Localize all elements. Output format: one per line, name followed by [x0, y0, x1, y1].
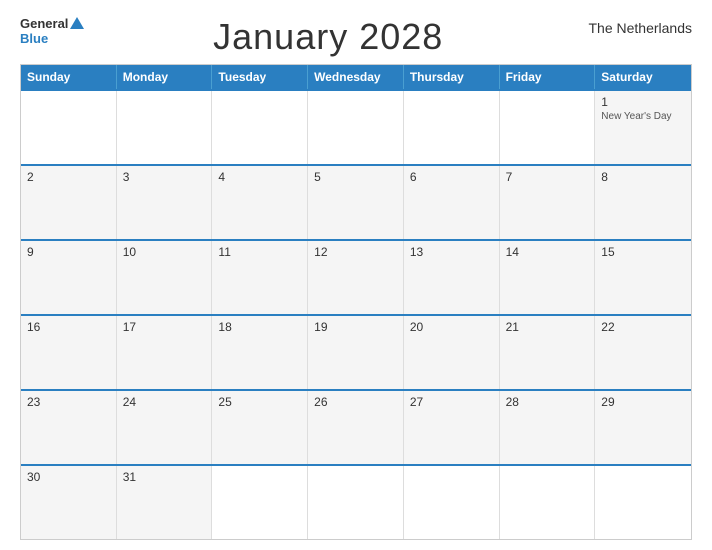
cell-w5-d3	[308, 466, 404, 539]
cell-w4-d0: 23	[21, 391, 117, 464]
cell-day-number: 21	[506, 320, 589, 334]
week-row-1: 2345678	[21, 164, 691, 239]
day-header-thursday: Thursday	[404, 65, 500, 89]
cell-day-number: 1	[601, 95, 685, 109]
cell-w0-d2	[212, 91, 308, 164]
day-header-sunday: Sunday	[21, 65, 117, 89]
cell-day-number: 31	[123, 470, 206, 484]
weeks-container: 1New Year's Day2345678910111213141516171…	[21, 89, 691, 539]
header: General Blue January 2028 The Netherland…	[20, 16, 692, 58]
cell-w1-d0: 2	[21, 166, 117, 239]
page: General Blue January 2028 The Netherland…	[0, 0, 712, 550]
cell-w5-d6	[595, 466, 691, 539]
day-header-friday: Friday	[500, 65, 596, 89]
cell-w2-d0: 9	[21, 241, 117, 314]
calendar: Sunday Monday Tuesday Wednesday Thursday…	[20, 64, 692, 540]
cell-w0-d6: 1 New Year's Day	[595, 91, 691, 164]
cell-w3-d5: 21	[500, 316, 596, 389]
cell-day-number: 3	[123, 170, 206, 184]
cell-day-number: 27	[410, 395, 493, 409]
cell-w5-d0: 30	[21, 466, 117, 539]
cell-w1-d1: 3	[117, 166, 213, 239]
cell-w4-d1: 24	[117, 391, 213, 464]
cell-event-label: New Year's Day	[601, 111, 685, 122]
cell-day-number: 17	[123, 320, 206, 334]
cell-day-number: 2	[27, 170, 110, 184]
cell-day-number: 8	[601, 170, 685, 184]
cell-w2-d4: 13	[404, 241, 500, 314]
cell-w0-d1	[117, 91, 213, 164]
cell-w2-d3: 12	[308, 241, 404, 314]
day-header-saturday: Saturday	[595, 65, 691, 89]
week-row-2: 9 10 11 12 13 14 15	[21, 239, 691, 314]
cell-w5-d1: 31	[117, 466, 213, 539]
cell-day-number: 7	[506, 170, 589, 184]
cell-w4-d2: 25	[212, 391, 308, 464]
cell-day-number: 29	[601, 395, 685, 409]
cell-w0-d0	[21, 91, 117, 164]
cell-w3-d3: 19	[308, 316, 404, 389]
logo: General Blue	[20, 16, 84, 46]
cell-day-number: 6	[410, 170, 493, 184]
cell-w1-d4: 6	[404, 166, 500, 239]
cell-day-number: 10	[123, 245, 206, 259]
logo-triangle-icon	[70, 17, 84, 29]
cell-day-number: 20	[410, 320, 493, 334]
cell-w2-d6: 15	[595, 241, 691, 314]
cell-w1-d6: 8	[595, 166, 691, 239]
cell-w5-d4	[404, 466, 500, 539]
cell-w3-d2: 18	[212, 316, 308, 389]
cell-w2-d1: 10	[117, 241, 213, 314]
cell-day-number: 15	[601, 245, 685, 259]
cell-w2-d2: 11	[212, 241, 308, 314]
cell-w5-d5	[500, 466, 596, 539]
cell-day-number: 25	[218, 395, 301, 409]
day-headers-row: Sunday Monday Tuesday Wednesday Thursday…	[21, 65, 691, 89]
calendar-title: January 2028	[84, 16, 572, 58]
country-label: The Netherlands	[572, 16, 692, 36]
day-header-tuesday: Tuesday	[212, 65, 308, 89]
cell-w3-d1: 17	[117, 316, 213, 389]
cell-w3-d6: 22	[595, 316, 691, 389]
cell-w3-d0: 16	[21, 316, 117, 389]
cell-day-number: 26	[314, 395, 397, 409]
week-row-4: 23 24 25 26 27 28 29	[21, 389, 691, 464]
cell-w2-d5: 14	[500, 241, 596, 314]
cell-day-number: 22	[601, 320, 685, 334]
cell-day-number: 28	[506, 395, 589, 409]
month-year-heading: January 2028	[84, 16, 572, 58]
cell-w1-d5: 7	[500, 166, 596, 239]
cell-day-number: 19	[314, 320, 397, 334]
cell-day-number: 24	[123, 395, 206, 409]
logo-blue-text: Blue	[20, 31, 48, 46]
cell-w4-d5: 28	[500, 391, 596, 464]
cell-w5-d2	[212, 466, 308, 539]
cell-w4-d4: 27	[404, 391, 500, 464]
cell-day-number: 18	[218, 320, 301, 334]
cell-day-number: 11	[218, 245, 301, 259]
cell-day-number: 13	[410, 245, 493, 259]
cell-w4-d6: 29	[595, 391, 691, 464]
cell-w4-d3: 26	[308, 391, 404, 464]
cell-w0-d5	[500, 91, 596, 164]
cell-w3-d4: 20	[404, 316, 500, 389]
cell-w1-d3: 5	[308, 166, 404, 239]
cell-w0-d4	[404, 91, 500, 164]
cell-day-number: 9	[27, 245, 110, 259]
cell-day-number: 30	[27, 470, 110, 484]
cell-w0-d3	[308, 91, 404, 164]
cell-day-number: 12	[314, 245, 397, 259]
day-header-monday: Monday	[117, 65, 213, 89]
cell-day-number: 14	[506, 245, 589, 259]
logo-general-text: General	[20, 16, 68, 31]
cell-w1-d2: 4	[212, 166, 308, 239]
cell-day-number: 16	[27, 320, 110, 334]
week-row-3: 16 17 18 19 20 21 22	[21, 314, 691, 389]
week-row-5: 30 31	[21, 464, 691, 539]
day-header-wednesday: Wednesday	[308, 65, 404, 89]
cell-day-number: 5	[314, 170, 397, 184]
week-row-0: 1 New Year's Day	[21, 89, 691, 164]
cell-day-number: 4	[218, 170, 301, 184]
cell-day-number: 23	[27, 395, 110, 409]
